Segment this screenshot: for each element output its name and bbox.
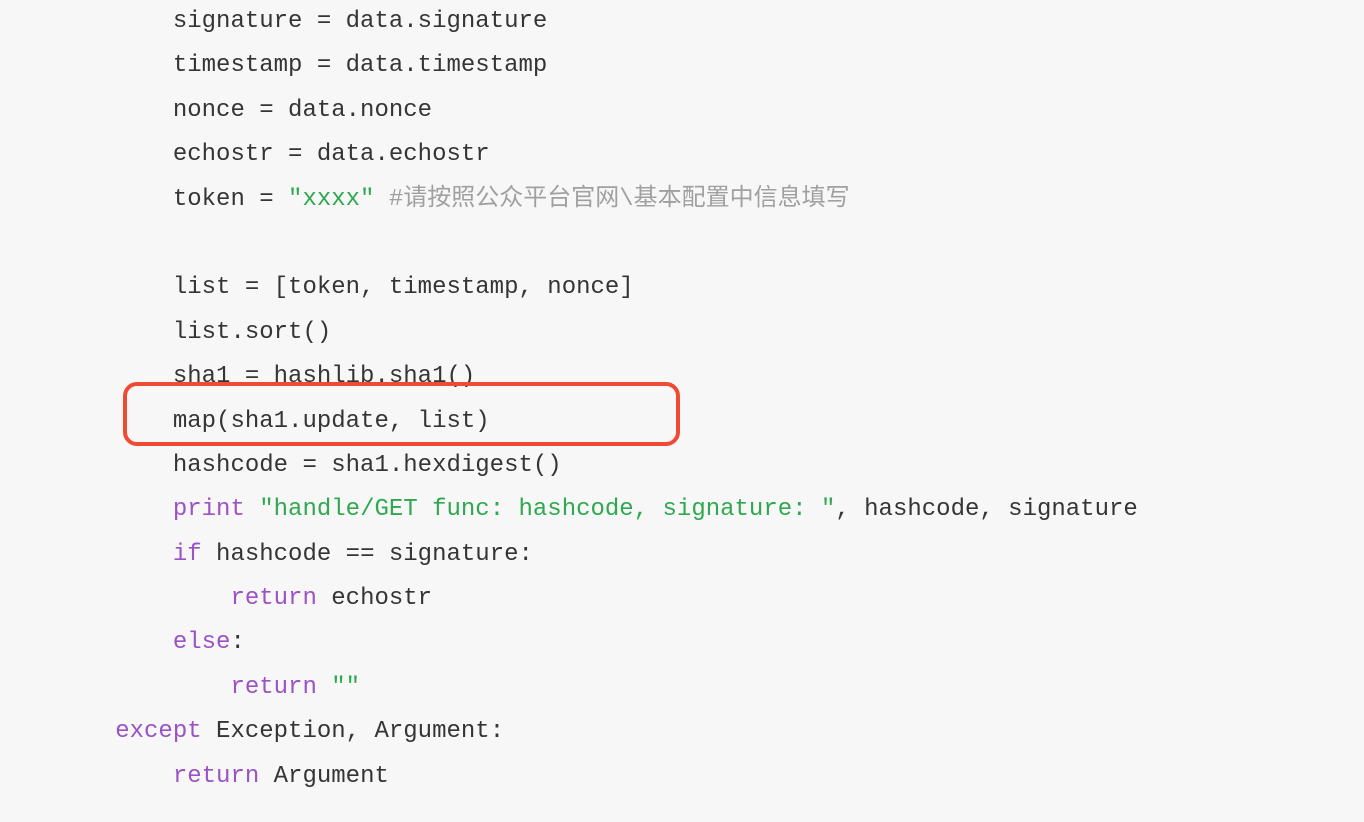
keyword: except [115, 718, 201, 745]
code-line: return "" [0, 666, 1364, 710]
code-token: list.sort() [173, 319, 331, 346]
code-line: if hashcode == signature: [0, 533, 1364, 577]
code-token: timestamp = data.timestamp [173, 52, 547, 79]
code-token: hashcode == signature: [202, 541, 533, 568]
keyword: return [173, 763, 259, 790]
code-line: hashcode = sha1.hexdigest() [0, 444, 1364, 488]
comment: #请按照公众平台官网\基本配置中信息填写 [389, 186, 850, 213]
code-token: Argument [259, 763, 389, 790]
code-line: timestamp = data.timestamp [0, 44, 1364, 88]
code-token: echostr [317, 585, 432, 612]
code-line: return Argument [0, 755, 1364, 799]
code-token: : [230, 629, 244, 656]
code-line: token = "xxxx" #请按照公众平台官网\基本配置中信息填写 [0, 178, 1364, 222]
code-line: else: [0, 621, 1364, 665]
string-literal: "handle/GET func: hashcode, signature: " [259, 496, 835, 523]
code-line: return echostr [0, 577, 1364, 621]
string-literal: "" [331, 674, 360, 701]
code-line: map(sha1.update, list) [0, 400, 1364, 444]
code-token: Exception, Argument: [202, 718, 504, 745]
code-line: list.sort() [0, 311, 1364, 355]
code-token: sha1 = hashlib.sha1() [173, 363, 475, 390]
code-token: nonce = data.nonce [173, 97, 432, 124]
code-line: print "handle/GET func: hashcode, signat… [0, 488, 1364, 532]
code-line [0, 222, 1364, 266]
code-token: map(sha1.update, list) [173, 408, 490, 435]
code-line: sha1 = hashlib.sha1() [0, 355, 1364, 399]
code-token: , hashcode, signature [835, 496, 1137, 523]
keyword: else [173, 629, 231, 656]
string-literal: "xxxx" [288, 186, 374, 213]
code-line: except Exception, Argument: [0, 710, 1364, 754]
keyword: if [173, 541, 202, 568]
code-line: signature = data.signature [0, 0, 1364, 44]
code-token: hashcode = sha1.hexdigest() [173, 452, 562, 479]
keyword: return [230, 585, 316, 612]
keyword: print [173, 496, 245, 523]
code-token: token = [173, 186, 288, 213]
code-line: nonce = data.nonce [0, 89, 1364, 133]
keyword: return [230, 674, 316, 701]
code-token: list = [token, timestamp, nonce] [173, 274, 634, 301]
code-token: signature = data.signature [173, 8, 547, 35]
code-block: signature = data.signature timestamp = d… [0, 0, 1364, 799]
code-line: echostr = data.echostr [0, 133, 1364, 177]
code-line: list = [token, timestamp, nonce] [0, 266, 1364, 310]
code-token: echostr = data.echostr [173, 141, 490, 168]
